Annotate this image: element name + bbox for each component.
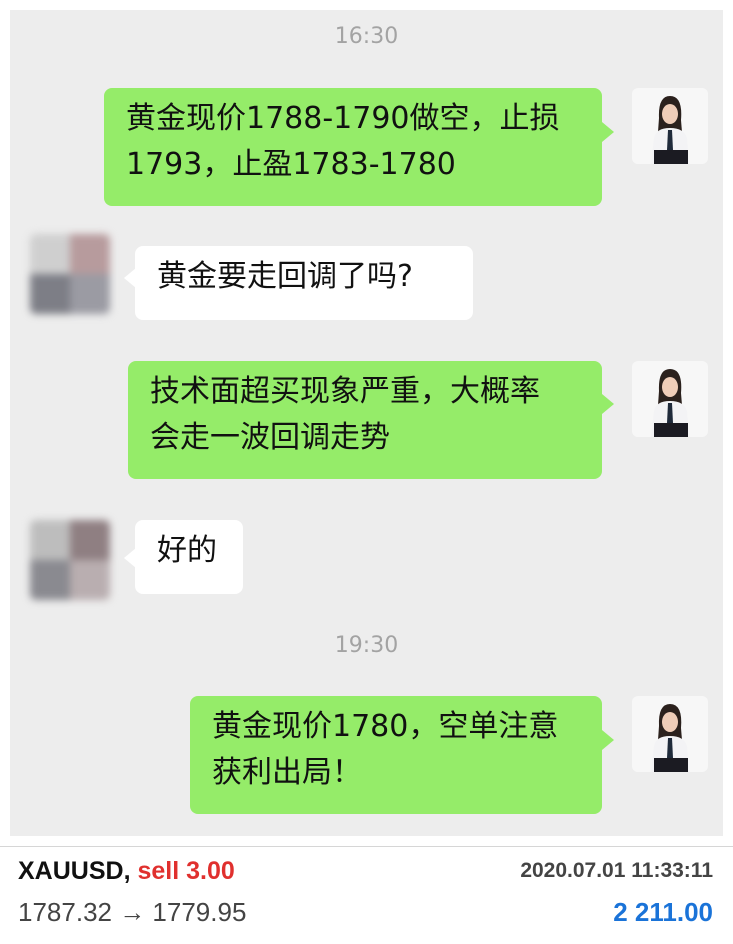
bubble-tail [602, 394, 614, 414]
message-bubble-outgoing[interactable]: 黄金现价1788-1790做空，止损 1793，止盈1783-1780 [104, 88, 602, 206]
agent-avatar[interactable] [632, 361, 708, 437]
message-text-line: 会走一波回调走势 [150, 420, 390, 455]
woman-portrait-icon [651, 96, 689, 164]
timestamp: 19:30 [334, 633, 399, 658]
trade-datetime: 2020.07.01 11:33:11 [520, 859, 713, 882]
message-text: 黄金要走回调了吗? [157, 259, 413, 294]
message-bubble-incoming[interactable]: 黄金要走回调了吗? [135, 246, 473, 320]
message-bubble-outgoing[interactable]: 黄金现价1780，空单注意 获利出局！ [190, 696, 602, 814]
trade-symbol: XAUUSD, [18, 857, 131, 885]
message-text-line: 技术面超买现象严重，大概率 [150, 374, 540, 409]
message-text-line: 黄金现价1780，空单注意 [212, 709, 559, 744]
message-text: 好的 [157, 533, 217, 568]
message-text-line: 获利出局！ [212, 755, 362, 790]
trade-symbol-line: XAUUSD, sell 3.00 [18, 857, 235, 886]
user-avatar[interactable] [30, 520, 110, 600]
message-bubble-incoming[interactable]: 好的 [135, 520, 243, 594]
agent-avatar[interactable] [632, 696, 708, 772]
bubble-tail [602, 122, 614, 142]
bubble-tail [602, 730, 614, 750]
message-text-line: 黄金现价1788-1790做空，止损 [126, 101, 560, 136]
chat-area: 16:30 黄金现价1788-1790做空，止损 1793，止盈1783-178… [10, 10, 723, 836]
trade-record[interactable]: XAUUSD, sell 3.00 2020.07.01 11:33:11 17… [0, 846, 733, 944]
message-bubble-outgoing[interactable]: 技术面超买现象严重，大概率 会走一波回调走势 [128, 361, 602, 479]
agent-avatar[interactable] [632, 88, 708, 164]
trade-profit: 2 211.00 [613, 897, 713, 927]
trade-prices: 1787.32 → 1779.95 [18, 897, 247, 927]
woman-portrait-icon [651, 369, 689, 437]
timestamp: 16:30 [334, 24, 399, 49]
message-text-line: 1793，止盈1783-1780 [126, 147, 456, 182]
user-avatar[interactable] [30, 234, 110, 314]
trade-action: sell 3.00 [137, 857, 235, 885]
woman-portrait-icon [651, 704, 689, 772]
